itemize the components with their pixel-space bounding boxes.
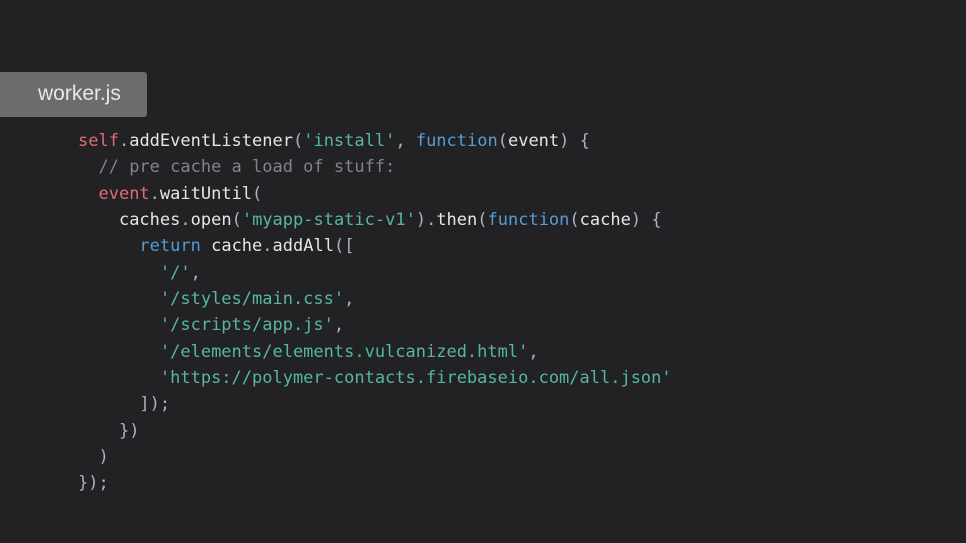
code-token: ( [293, 131, 303, 151]
code-token: '/elements/elements.vulcanized.html' [160, 342, 528, 362]
code-indent [78, 184, 98, 204]
code-indent [78, 421, 119, 441]
code-token: ) { [631, 210, 662, 230]
code-token: , [334, 315, 344, 335]
code-token: open [191, 210, 232, 230]
code-token: '/styles/main.css' [160, 289, 344, 309]
code-indent [78, 263, 160, 283]
code-token: , [528, 342, 538, 362]
code-token: ) [98, 447, 108, 467]
code-token: self [78, 131, 119, 151]
code-indent [78, 315, 160, 335]
code-token: function [416, 131, 498, 151]
code-token: ( [232, 210, 242, 230]
code-comment: // pre cache a load of stuff: [98, 157, 395, 177]
code-token: cache [211, 236, 262, 256]
code-token: , [191, 263, 201, 283]
code-token: addAll [273, 236, 334, 256]
code-token: ) { [559, 131, 590, 151]
code-token: , [344, 289, 354, 309]
code-token: 'myapp-static-v1' [242, 210, 416, 230]
code-indent [78, 368, 160, 388]
code-token: function [488, 210, 570, 230]
code-token: ]); [139, 394, 170, 414]
code-token: addEventListener [129, 131, 293, 151]
code-token: , [395, 131, 415, 151]
code-token: '/scripts/app.js' [160, 315, 334, 335]
code-indent [78, 236, 139, 256]
code-token: return [139, 236, 200, 256]
code-indent [78, 157, 98, 177]
code-indent [78, 342, 160, 362]
code-token: ([ [334, 236, 354, 256]
code-token: . [119, 131, 129, 151]
code-token: }); [78, 473, 109, 493]
code-token: ). [416, 210, 436, 230]
code-token: . [150, 184, 160, 204]
code-token: event [98, 184, 149, 204]
code-indent [78, 447, 98, 467]
code-token: ( [569, 210, 579, 230]
code-token: ( [477, 210, 487, 230]
code-token: ( [252, 184, 262, 204]
code-indent [78, 289, 160, 309]
code-token: waitUntil [160, 184, 252, 204]
file-tab-label: worker.js [38, 82, 121, 105]
code-token: . [180, 210, 190, 230]
code-token: event [508, 131, 559, 151]
code-token: . [262, 236, 272, 256]
code-token [201, 236, 211, 256]
code-token: 'install' [303, 131, 395, 151]
code-indent [78, 210, 119, 230]
code-token: ( [498, 131, 508, 151]
code-token: caches [119, 210, 180, 230]
code-token: cache [580, 210, 631, 230]
code-token: }) [119, 421, 139, 441]
code-editor[interactable]: self.addEventListener('install', functio… [78, 128, 672, 497]
file-tab[interactable]: worker.js [0, 72, 147, 117]
code-indent [78, 394, 139, 414]
code-token: '/' [160, 263, 191, 283]
code-token: then [436, 210, 477, 230]
code-token: 'https://polymer-contacts.firebaseio.com… [160, 368, 672, 388]
